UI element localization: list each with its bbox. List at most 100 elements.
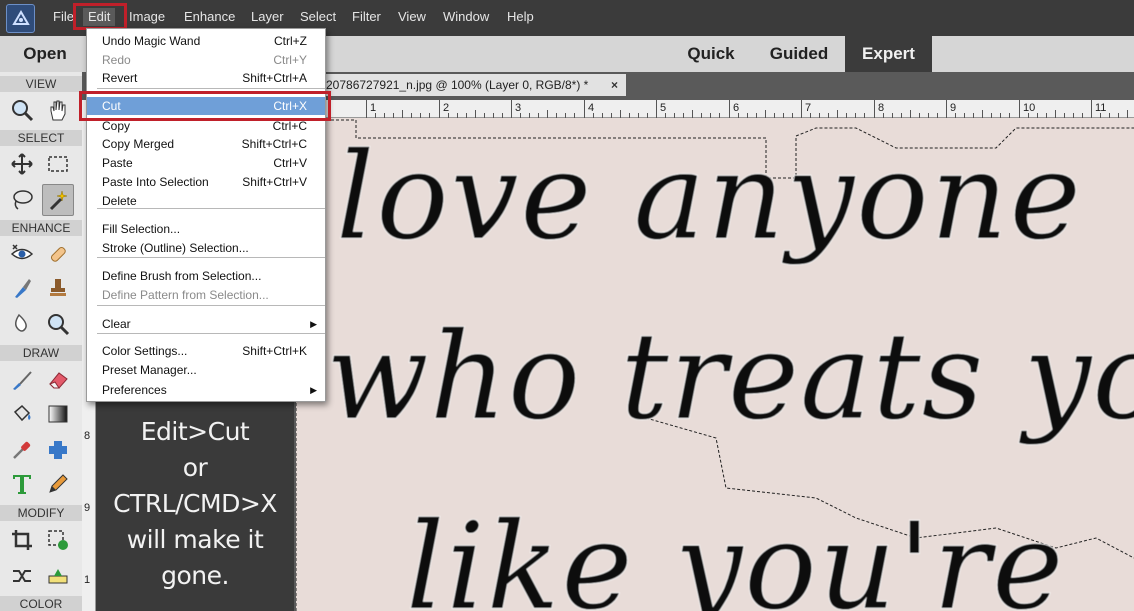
ruler-top: 1 2 3 4 5 6 7 8 9 10 11	[296, 100, 1134, 118]
spot-healing-icon[interactable]	[42, 238, 74, 270]
menu-item-paste[interactable]: Paste Ctrl+V	[87, 154, 325, 172]
menu-item-label: Revert	[102, 71, 138, 85]
document-canvas[interactable]: love anyone who treats you like you're	[296, 118, 1134, 611]
magic-wand-icon[interactable]	[42, 184, 74, 216]
menu-item-preset-manager[interactable]: Preset Manager...	[87, 361, 325, 379]
menu-item-color-settings[interactable]: Color Settings... Shift+Ctrl+K	[87, 342, 325, 360]
menu-item-paste-into-selection[interactable]: Paste Into Selection Shift+Ctrl+V	[87, 173, 325, 191]
menu-item-shortcut: Ctrl+V	[273, 156, 307, 170]
menu-item-shortcut: Ctrl+Z	[274, 34, 307, 48]
menu-enhance[interactable]: Enhance	[184, 8, 235, 26]
menu-separator	[97, 257, 325, 258]
ruler-major-tick	[946, 100, 947, 118]
brush-icon[interactable]	[6, 364, 38, 396]
menu-item-label: Preset Manager...	[102, 363, 197, 377]
marquee-icon[interactable]	[42, 148, 74, 180]
menu-item-shortcut: Shift+Ctrl+V	[242, 175, 307, 189]
content-aware-move-icon[interactable]	[6, 560, 38, 592]
hand-icon[interactable]	[42, 94, 74, 126]
ruler-minor-tick	[982, 110, 983, 118]
menu-item-label: Define Brush from Selection...	[102, 269, 262, 283]
move-icon[interactable]	[6, 148, 38, 180]
ruler-minor-tick	[547, 110, 548, 118]
menu-item-copy-merged[interactable]: Copy Merged Shift+Ctrl+C	[87, 135, 325, 153]
app-logo-icon[interactable]	[6, 4, 35, 33]
tab-expert[interactable]: Expert	[845, 36, 932, 72]
straighten-icon[interactable]	[42, 560, 74, 592]
eyedropper-icon[interactable]	[6, 434, 38, 466]
smart-brush-icon[interactable]	[6, 272, 38, 304]
menu-item-label: Undo Magic Wand	[102, 34, 201, 48]
menu-item-revert[interactable]: Revert Shift+Ctrl+A	[87, 69, 325, 87]
menu-item-undo-magic-wand[interactable]: Undo Magic Wand Ctrl+Z	[87, 32, 325, 50]
ruler-minor-tick	[692, 110, 693, 118]
section-view-label: VIEW	[0, 76, 82, 92]
sponge-icon[interactable]	[42, 308, 74, 340]
ruler-major-tick	[366, 100, 367, 118]
menu-item-stroke-selection[interactable]: Stroke (Outline) Selection...	[87, 239, 325, 257]
menu-item-label: Paste	[102, 156, 133, 170]
pencil-icon[interactable]	[42, 468, 74, 500]
menu-item-shortcut: Ctrl+Y	[273, 53, 307, 67]
ruler-major-tick	[584, 100, 585, 118]
menu-image[interactable]: Image	[129, 8, 165, 26]
ruler-major-tick	[511, 100, 512, 118]
menu-select[interactable]: Select	[300, 8, 336, 26]
ruler-major-tick	[656, 100, 657, 118]
canvas-text-line: love anyone	[336, 128, 1083, 267]
tab-guided[interactable]: Guided	[760, 36, 838, 72]
ruler-major-tick	[801, 100, 802, 118]
menu-item-shortcut: Shift+Ctrl+A	[242, 71, 307, 85]
eraser-icon[interactable]	[42, 364, 74, 396]
submenu-arrow-icon: ▶	[310, 385, 317, 395]
menu-item-label: Copy Merged	[102, 137, 175, 151]
type-icon[interactable]	[6, 468, 38, 500]
menu-help[interactable]: Help	[507, 8, 534, 26]
close-icon[interactable]: ×	[611, 74, 618, 96]
menu-item-label: Fill Selection...	[102, 222, 181, 236]
menu-item-define-brush[interactable]: Define Brush from Selection...	[87, 267, 325, 285]
gradient-icon[interactable]	[42, 398, 74, 430]
crop-icon[interactable]	[6, 524, 38, 556]
ruler-minor-tick	[910, 110, 911, 118]
menu-file[interactable]: File	[53, 8, 74, 26]
ruler-minor-tick	[402, 110, 403, 118]
paint-bucket-icon[interactable]	[6, 398, 38, 430]
caption-text: Edit>Cut or CTRL/CMD>X will make it gone…	[113, 417, 277, 590]
menu-item-label: Define Pattern from Selection...	[102, 288, 269, 302]
clone-stamp-icon[interactable]	[42, 272, 74, 304]
menu-item-clear[interactable]: Clear ▶	[87, 315, 325, 333]
ruler-major-tick	[729, 100, 730, 118]
menu-filter[interactable]: Filter	[352, 8, 381, 26]
edit-menu-dropdown: Undo Magic Wand Ctrl+Z Redo Ctrl+Y Revert Shi…	[86, 28, 326, 402]
tab-quick[interactable]: Quick	[680, 36, 742, 72]
recompose-icon[interactable]	[42, 524, 74, 556]
menu-item-preferences[interactable]: Preferences ▶	[87, 381, 325, 399]
open-button[interactable]: Open	[0, 36, 90, 72]
edit-menu-highlight-box	[73, 3, 127, 30]
menu-item-fill-selection[interactable]: Fill Selection...	[87, 220, 325, 238]
red-eye-icon[interactable]	[6, 238, 38, 270]
menu-window[interactable]: Window	[443, 8, 489, 26]
ruler-major-tick	[439, 100, 440, 118]
menu-layer[interactable]: Layer	[251, 8, 284, 26]
menu-item-delete[interactable]: Delete	[87, 192, 325, 210]
ruler-major-tick	[874, 100, 875, 118]
cut-highlight-box	[79, 91, 331, 121]
menu-item-shortcut: Shift+Ctrl+C	[241, 137, 307, 151]
ruler-minor-tick	[475, 110, 476, 118]
menu-view[interactable]: View	[398, 8, 426, 26]
blur-icon[interactable]	[6, 308, 38, 340]
shape-icon[interactable]	[42, 434, 74, 466]
zoom-icon[interactable]	[6, 94, 38, 126]
ruler-major-tick	[1091, 100, 1092, 118]
menu-item-label: Clear	[102, 317, 131, 331]
section-draw-label: DRAW	[0, 345, 82, 361]
section-color-label: COLOR	[0, 596, 82, 611]
ruler-minor-tick	[765, 110, 766, 118]
menu-item-define-pattern: Define Pattern from Selection...	[87, 286, 325, 304]
section-enhance-label: ENHANCE	[0, 220, 82, 236]
menu-item-label: Redo	[102, 53, 131, 67]
document-tab[interactable]: 20786727921_n.jpg @ 100% (Layer 0, RGB/8…	[296, 74, 626, 96]
lasso-icon[interactable]	[6, 184, 38, 216]
